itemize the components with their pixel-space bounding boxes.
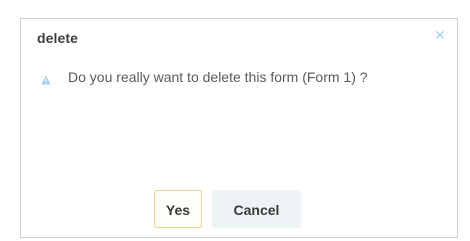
yes-button[interactable]: Yes	[154, 190, 202, 228]
delete-dialog: delete ✕ Do you really want to delete th…	[20, 18, 458, 238]
cancel-button[interactable]: Cancel	[212, 190, 301, 228]
close-icon[interactable]: ✕	[432, 27, 448, 43]
warning-icon	[41, 75, 51, 85]
confirmation-message: Do you really want to delete this form (…	[68, 69, 368, 85]
message-row: Do you really want to delete this form (…	[41, 69, 461, 87]
dialog-title: delete	[37, 30, 79, 46]
